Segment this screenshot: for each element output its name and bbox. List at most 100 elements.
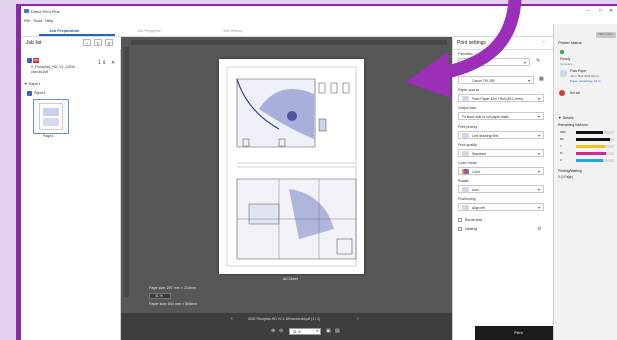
prev-page-icon[interactable]: ‹ bbox=[231, 316, 233, 322]
print-priority-value: Line drawing/Text bbox=[472, 134, 499, 138]
positioning-select[interactable]: Align left ▾ bbox=[458, 203, 544, 211]
print-priority-label: Print priority bbox=[458, 125, 478, 129]
borderless-checkbox[interactable] bbox=[458, 218, 462, 222]
list-view-icon[interactable]: ☰ bbox=[105, 39, 113, 46]
app-window: Direct Print Plus – □ ✕ File Tools Help … bbox=[21, 6, 617, 340]
thumbnail-floorplan-top bbox=[43, 108, 59, 116]
output-size-select[interactable]: Fit short side to roll paper width ▾ bbox=[458, 112, 544, 120]
zoom-value: 31 % bbox=[293, 330, 301, 334]
ink-label: Y bbox=[560, 144, 562, 148]
remove-job-icon[interactable]: ✕ bbox=[111, 60, 115, 66]
app-icon bbox=[24, 9, 29, 13]
zoom-out-icon[interactable]: ⊖ bbox=[279, 328, 283, 334]
chevron-down-icon: ▾ bbox=[527, 78, 530, 83]
active-tab-indicator bbox=[39, 34, 115, 36]
minimize-icon[interactable]: – bbox=[587, 8, 590, 14]
copies-stepper[interactable]: 1 ⇕ bbox=[98, 60, 106, 66]
nesting-settings-icon[interactable]: ⚙ bbox=[537, 226, 541, 232]
page-thumbnail[interactable] bbox=[33, 99, 69, 134]
favorites-label: Favorites bbox=[458, 52, 473, 56]
ink-bar-track bbox=[576, 137, 614, 141]
zoom-in-icon[interactable]: ⊕ bbox=[271, 328, 275, 334]
favorites-select[interactable]: ▾ bbox=[458, 58, 530, 66]
edit-icon[interactable]: ✎ bbox=[536, 58, 540, 64]
scale-field[interactable]: 31 % bbox=[149, 293, 171, 299]
preview-area[interactable]: A0 Sheet Page size: 297 mm × 210mm 31 % … bbox=[121, 37, 452, 313]
ink-bar-fill bbox=[576, 144, 605, 148]
page-thumbnail-label: Page1 bbox=[43, 134, 54, 138]
printer-status-title: Printer status bbox=[558, 40, 582, 45]
ink-bar-fill bbox=[576, 130, 604, 134]
tab-job-history[interactable]: Job History bbox=[223, 28, 243, 33]
print-button[interactable]: Print bbox=[475, 326, 562, 340]
tab-job-preparation[interactable]: Job Preparation bbox=[49, 28, 79, 33]
chevron-down-icon: ▾ bbox=[537, 169, 540, 174]
ink-title: Remaining ink/toner bbox=[558, 123, 589, 127]
next-page-icon[interactable]: › bbox=[357, 316, 359, 322]
printer-select[interactable]: Canon TM-355 ▾ bbox=[458, 76, 534, 84]
thumbnail-floorplan-bottom bbox=[43, 118, 59, 126]
horizontal-ruler bbox=[131, 40, 447, 45]
job-list-title: Job list bbox=[26, 40, 42, 46]
chevron-down-icon: ▾ bbox=[537, 151, 540, 156]
more-options-icon[interactable]: ⋯ bbox=[541, 39, 546, 45]
chevron-down-icon: ▾ bbox=[537, 187, 540, 192]
chevron-down-icon: ▾ bbox=[537, 133, 540, 138]
waiting-title: Printing/Waiting bbox=[558, 169, 582, 173]
paper-size-text: Paper size: 841 mm × 594mm bbox=[149, 302, 198, 306]
print-settings-panel: Print settings ⋯ Favorites ▾ ✎ Printer C… bbox=[452, 37, 553, 340]
file-checkbox[interactable] bbox=[27, 58, 32, 63]
rotate-select[interactable]: Auto ▾ bbox=[458, 185, 544, 193]
print-settings-title: Print settings bbox=[457, 40, 486, 46]
ink-label: M bbox=[560, 151, 563, 155]
ink-bar-fill bbox=[576, 151, 607, 155]
color-mode-select[interactable]: Color ▾ bbox=[458, 167, 544, 175]
add-file-icon[interactable]: + bbox=[83, 39, 91, 46]
print-priority-select[interactable]: Line drawing/Text ▾ bbox=[458, 131, 544, 139]
zoom-select[interactable]: 31 % ▾ bbox=[289, 328, 321, 335]
ink-label: MBK bbox=[560, 130, 567, 134]
floorplan-drawing bbox=[226, 66, 357, 267]
ready-text: Ready bbox=[560, 57, 571, 61]
fit-width-icon[interactable]: ▤ bbox=[335, 328, 340, 334]
paper-roll-icon bbox=[560, 70, 567, 77]
menu-help[interactable]: Help bbox=[45, 18, 53, 23]
print-settings-header: Print settings ⋯ bbox=[453, 37, 553, 50]
tab-job-progress[interactable]: Job Progress bbox=[137, 28, 161, 33]
nesting-checkbox[interactable] bbox=[458, 227, 462, 231]
page-size-text: Page size: 297 mm × 210mm bbox=[149, 286, 196, 290]
rotate-value: Auto bbox=[472, 188, 479, 192]
paper-source-select[interactable]: Plain Paper 42in / Roll (841.0mm) ▾ bbox=[458, 94, 544, 102]
paper-source-label: Paper source bbox=[458, 88, 480, 92]
thumbnail-sheet bbox=[39, 103, 63, 130]
sheet-caption: A0 Sheet bbox=[283, 277, 298, 281]
status-top-button-label: Click to print bbox=[598, 33, 613, 36]
color-mode-icon bbox=[462, 169, 469, 174]
job-file-name[interactable]: 2_Floorplan_HD_V1_1GRe... bbox=[31, 65, 78, 69]
refresh-icon[interactable]: ↻ bbox=[94, 39, 102, 46]
group-label: Paper1 bbox=[29, 82, 41, 86]
color-mode-value: Color bbox=[472, 170, 481, 174]
ready-status-icon bbox=[560, 50, 564, 54]
chevron-down-icon: ▾ bbox=[316, 329, 318, 333]
menu-tools[interactable]: Tools bbox=[33, 18, 42, 23]
document-name: 0002 Floorplan-HD V1.1-DRoeckerdd.pdf (1… bbox=[248, 317, 320, 321]
page-checkbox[interactable] bbox=[27, 91, 32, 96]
details-toggle[interactable]: ▼ Details bbox=[558, 116, 574, 120]
line-drawing-icon bbox=[462, 133, 469, 138]
job-file-ext: ckerdd.pdf bbox=[31, 70, 48, 74]
menu-file[interactable]: File bbox=[24, 18, 30, 23]
not-set-icon bbox=[559, 90, 565, 96]
print-quality-select[interactable]: Standard ▾ bbox=[458, 149, 544, 157]
rotate-icon bbox=[462, 187, 469, 192]
group-toggle-icon[interactable]: ▼ bbox=[24, 82, 28, 86]
window-title: Direct Print Plus bbox=[31, 9, 60, 14]
fit-page-icon[interactable]: ▣ bbox=[326, 328, 331, 334]
status-top-button[interactable]: Click to print bbox=[596, 32, 616, 38]
preview-sheet bbox=[219, 59, 364, 274]
close-icon[interactable]: ✕ bbox=[609, 8, 613, 14]
maximize-icon[interactable]: □ bbox=[599, 8, 602, 14]
ink-bar-track bbox=[576, 151, 614, 155]
not-set-text: Not set bbox=[570, 91, 581, 95]
printer-info-icon[interactable]: ▦ bbox=[539, 76, 544, 82]
